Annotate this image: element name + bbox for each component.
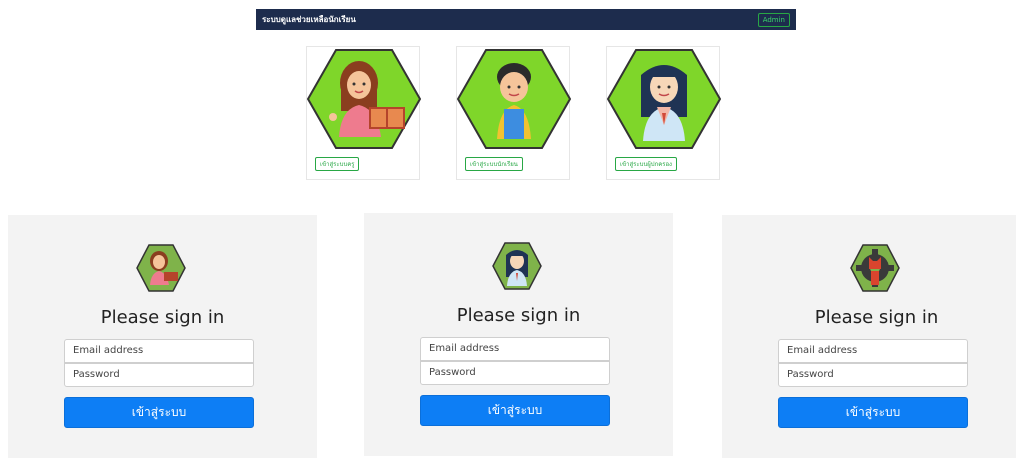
parent-login-button[interactable]: เข้าสู่ระบบผู้ปกครอง <box>615 157 677 171</box>
login-panel-admin: Please sign in Email address Password เข… <box>722 215 1016 458</box>
admin-gear-icon <box>850 243 900 293</box>
top-navbar: ระบบดูแลช่วยเหลือนักเรียน Admin <box>256 9 796 30</box>
login-panel-parent: Please sign in Email address Password เข… <box>364 213 673 456</box>
password-field[interactable]: Password <box>420 361 610 385</box>
student-avatar-icon <box>457 47 571 151</box>
sign-in-title: Please sign in <box>456 305 581 326</box>
sign-in-title: Please sign in <box>814 307 939 328</box>
login-panel-teacher: Please sign in Email address Password เข… <box>8 215 317 458</box>
teacher-avatar-icon <box>136 243 186 293</box>
admin-button[interactable]: Admin <box>757 12 790 27</box>
teacher-login-button[interactable]: เข้าสู่ระบบครู <box>315 157 360 171</box>
login-submit-button[interactable]: เข้าสู่ระบบ <box>778 397 968 428</box>
email-field[interactable]: Email address <box>420 337 610 361</box>
page: ระบบดูแลช่วยเหลือนักเรียน Admin เข้าสู่ร… <box>0 0 1016 458</box>
login-submit-button[interactable]: เข้าสู่ระบบ <box>64 397 254 428</box>
parent-avatar-icon <box>492 241 542 291</box>
sign-in-title: Please sign in <box>100 307 225 328</box>
role-card-student: เข้าสู่ระบบนักเรียน <box>456 46 571 180</box>
password-field[interactable]: Password <box>778 363 968 387</box>
password-field[interactable]: Password <box>64 363 254 387</box>
role-card-parent: เข้าสู่ระบบผู้ปกครอง <box>606 46 721 180</box>
login-submit-button[interactable]: เข้าสู่ระบบ <box>420 395 610 426</box>
role-card-teacher: เข้าสู่ระบบครู <box>306 46 421 180</box>
student-login-button[interactable]: เข้าสู่ระบบนักเรียน <box>465 157 523 171</box>
teacher-avatar-icon <box>307 47 421 151</box>
email-field[interactable]: Email address <box>64 339 254 363</box>
brand-title: ระบบดูแลช่วยเหลือนักเรียน <box>262 15 356 24</box>
parent-avatar-icon <box>607 47 721 151</box>
email-field[interactable]: Email address <box>778 339 968 363</box>
